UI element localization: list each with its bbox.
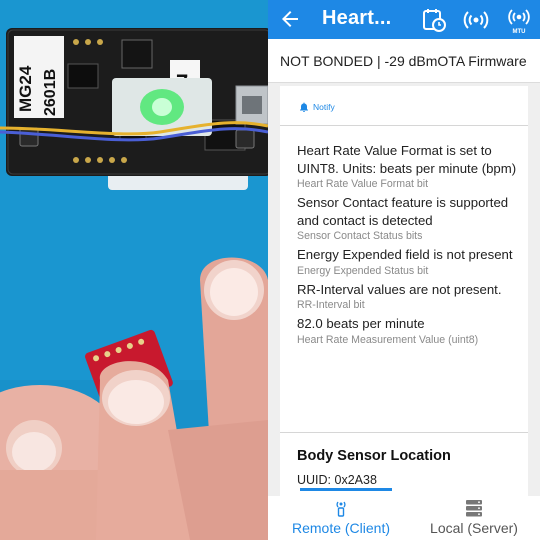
characteristic-title[interactable]: Body Sensor Location [297,448,451,464]
app-bar: Heart... MTU [268,0,540,39]
field-value: RR-Interval values are not present. [297,281,502,297]
field-label: RR-Interval bit [297,299,365,311]
tab-label: Local (Server) [430,520,518,536]
tab-remote-client[interactable]: Remote (Client) [282,496,400,540]
remote-client-icon [336,501,346,517]
arrow-left-icon[interactable] [278,7,302,31]
characteristic-uuid: UUID: 0x2A38 [297,473,377,487]
divider [280,125,528,126]
notify-label: Notify [313,102,335,112]
tab-label: Remote (Client) [291,520,391,536]
mtu-caption: MTU [513,29,526,35]
field-value: Energy Expended field is not present [297,247,513,262]
field-label: Heart Rate Value Format bit [297,178,429,190]
tab-local-server[interactable]: Local (Server) [414,496,534,540]
connection-status-text: NOT BONDED | -29 dBmOTA Firmware [280,53,527,69]
field-label: Heart Rate Measurement Value (uint8) [297,333,479,346]
characteristic-card: Notify Heart Rate Value Format is set to… [280,86,528,496]
dev-board: MG24 2601B 7 [6,28,268,176]
field-label: Energy Expended Status bit [297,264,429,277]
broadcast-icon[interactable] [461,5,491,35]
efr-connect-app: Heart... MTU NOT BONDED | -29 dBmOTA Fir… [268,0,540,540]
bottom-navigation: Remote (Client) Local (Server) [268,496,540,540]
field-label: Sensor Contact Status bits [297,230,423,242]
field-value: Sensor Contact feature is supported and … [297,195,509,228]
field-value: Heart Rate Value Format is set to UINT8.… [297,143,517,176]
divider [280,432,528,433]
board-label-1: MG24 [16,65,35,112]
local-server-icon [466,500,482,517]
uuid-underline [300,488,392,491]
characteristic-fields: Heart Rate Value Format is set to UINT8.… [297,142,519,350]
bell-icon [300,102,308,112]
connection-status-bar: NOT BONDED | -29 dBmOTA Firmware [268,39,540,83]
board-label-2: 2601B [42,69,59,116]
mtu-icon[interactable]: MTU [504,5,534,35]
device-photo: MG24 2601B 7 [0,0,268,540]
field-value: 82.0 beats per minute [297,316,425,331]
notify-button[interactable]: Notify [298,100,335,114]
device-photo-illustration: MG24 2601B 7 [0,0,268,540]
log-icon[interactable] [419,5,449,35]
page-title: Heart... [322,7,392,29]
